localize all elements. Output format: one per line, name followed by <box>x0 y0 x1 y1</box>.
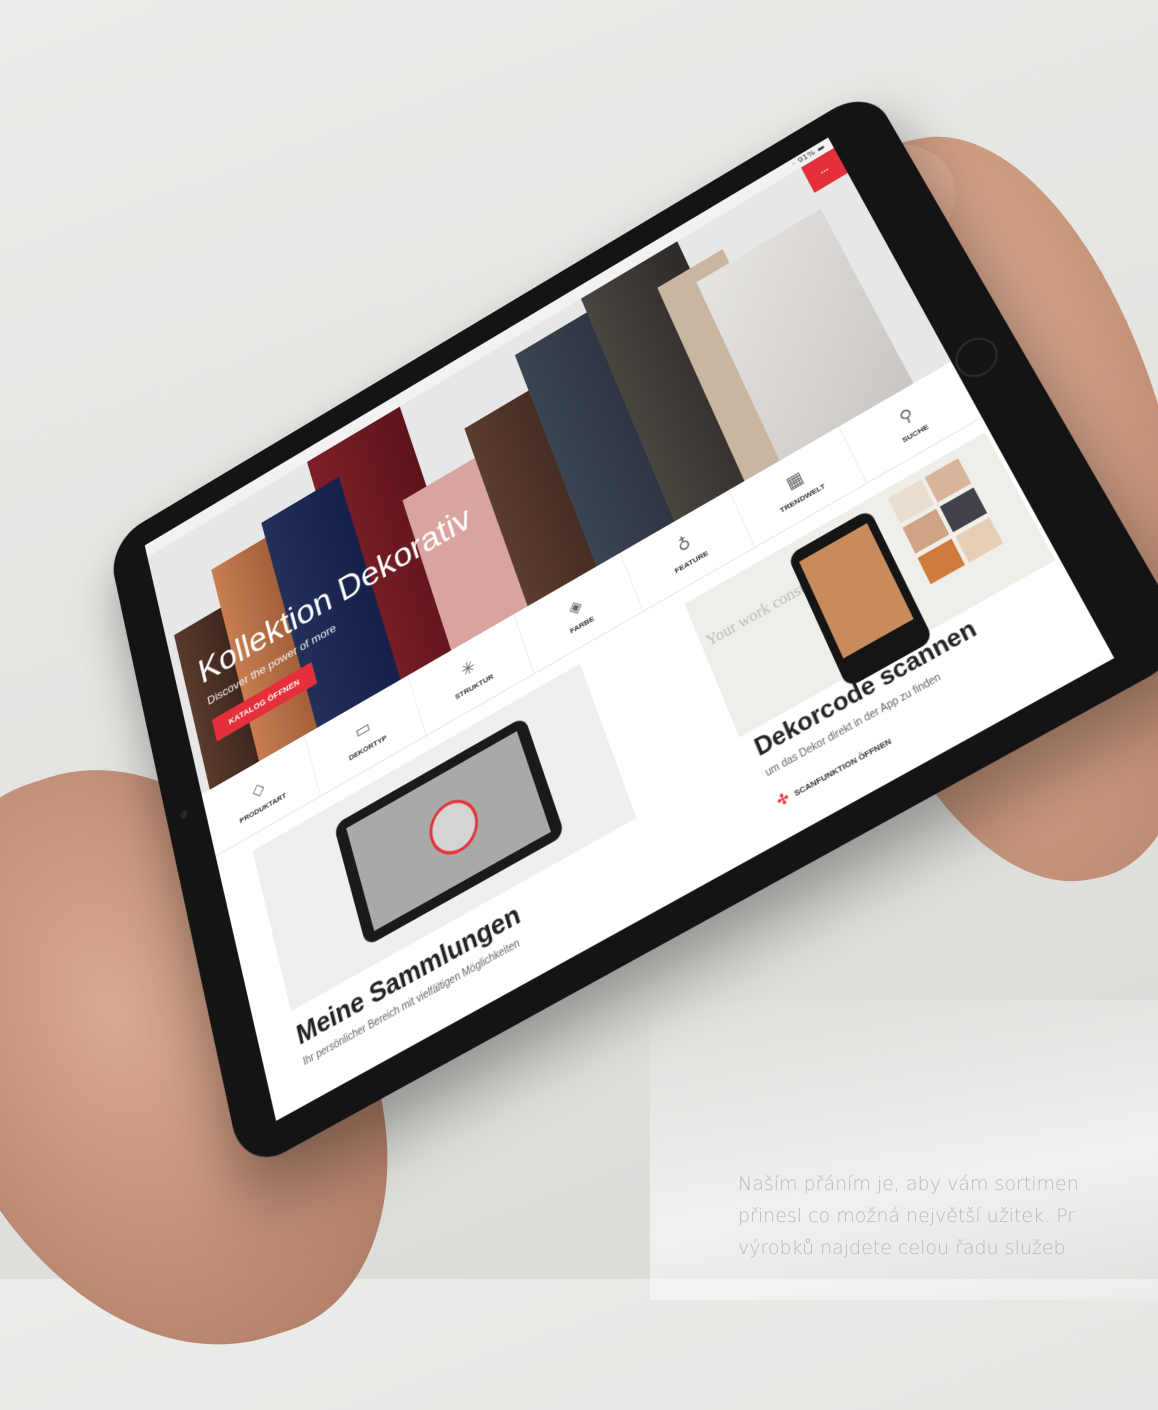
tablet-perspective: ◦ 91% ▬ Kollektion Dekorativ Discover th… <box>0 0 1158 1279</box>
search-icon: ⚲ <box>896 404 917 429</box>
caption-text: Naším přáním je, aby vám sortimen přines… <box>738 1168 1158 1264</box>
scan-icon: ✣ <box>774 788 792 810</box>
caption-line: výrobků najdete celou řadu služeb <box>738 1237 1066 1259</box>
layers-icon: ◇ <box>250 776 267 802</box>
tablet-screen: ◦ 91% ▬ Kollektion Dekorativ Discover th… <box>144 137 1115 1121</box>
box-icon: ▭ <box>352 716 373 743</box>
trend-icon: ▦ <box>782 467 806 494</box>
target-icon <box>423 790 485 865</box>
camera-icon <box>179 809 188 820</box>
palette-icon: ◈ <box>566 594 585 620</box>
sparkle-icon: ✳ <box>458 655 478 682</box>
phone-screen <box>799 523 914 659</box>
tablet-device: ◦ 91% ▬ Kollektion Dekorativ Discover th… <box>107 86 1158 1175</box>
feature-icon: ♁ <box>674 532 694 557</box>
caption-line: Naším přáním je, aby vám sortimen <box>738 1173 1079 1195</box>
caption-line: přinesl co možná největší užitek. Pr <box>738 1205 1076 1227</box>
